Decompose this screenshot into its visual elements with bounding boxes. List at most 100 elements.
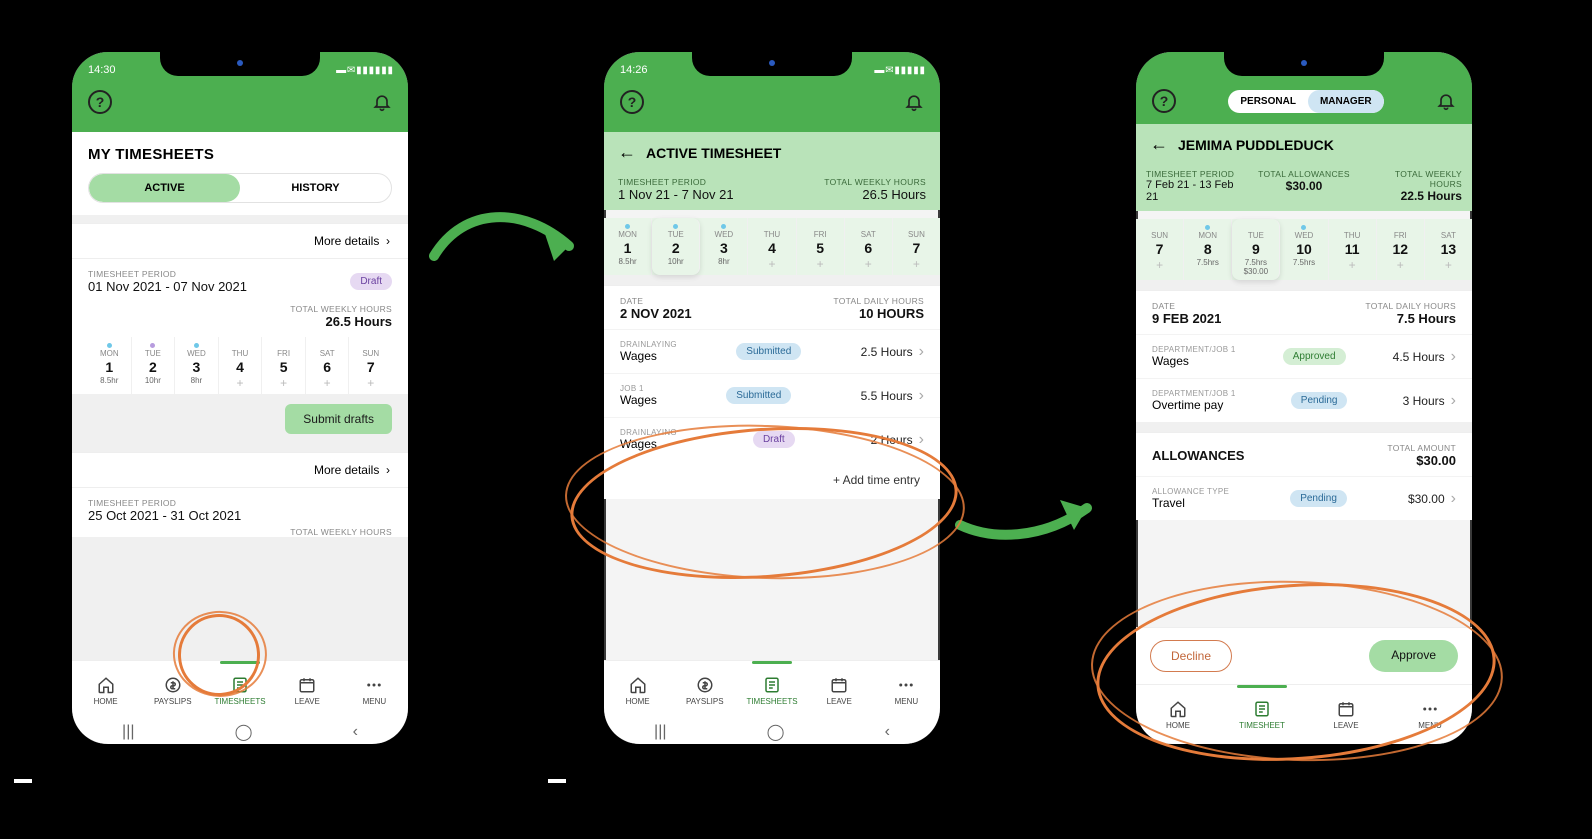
phone-notch bbox=[160, 50, 320, 76]
sys-back-icon[interactable]: ‹ bbox=[353, 723, 358, 741]
tab-leave[interactable]: LEAVE bbox=[1304, 685, 1388, 744]
day-cell[interactable]: THU4+ bbox=[219, 337, 263, 394]
day-cell[interactable]: SUN7+ bbox=[1136, 219, 1184, 280]
tab-payslips[interactable]: PAYSLIPS bbox=[139, 661, 206, 720]
day-cell[interactable]: TUE97.5hrs$30.00 bbox=[1232, 219, 1280, 280]
help-icon[interactable]: ? bbox=[620, 90, 644, 114]
day-cell[interactable]: SAT13+ bbox=[1425, 219, 1472, 280]
day-cell[interactable]: WED38hr bbox=[700, 218, 748, 275]
back-icon[interactable]: ← bbox=[1150, 134, 1168, 155]
allowances-title: ALLOWANCES bbox=[1152, 448, 1244, 463]
period-value: 1 Nov 21 - 7 Nov 21 bbox=[618, 187, 734, 202]
time-entry-row[interactable]: DRAINLAYING Wages Submitted 2.5 Hours › bbox=[604, 329, 940, 373]
add-time-entry-button[interactable]: + Add time entry bbox=[604, 461, 940, 499]
daily-hours-value: 7.5 Hours bbox=[1365, 311, 1456, 326]
tab-menu[interactable]: MENU bbox=[341, 661, 408, 720]
day-cell[interactable]: THU11+ bbox=[1329, 219, 1377, 280]
tab-home[interactable]: HOME bbox=[1136, 685, 1220, 744]
phone-notch bbox=[692, 50, 852, 76]
tab-home[interactable]: HOME bbox=[604, 661, 671, 720]
day-cell[interactable]: SUN7+ bbox=[349, 337, 392, 394]
back-icon[interactable]: ← bbox=[618, 142, 636, 163]
entries-list: DRAINLAYING Wages Submitted 2.5 Hours › … bbox=[604, 329, 940, 461]
toggle-manager[interactable]: MANAGER bbox=[1308, 90, 1384, 113]
tab-leave[interactable]: LEAVE bbox=[806, 661, 873, 720]
weekly-hours-value: 26.5 Hours bbox=[290, 314, 392, 329]
flow-arrow-1 bbox=[424, 196, 584, 296]
status-right-icons: ▬ ✉ ▮ ▮ ▮ ▮ ▮ ▮ bbox=[336, 65, 392, 76]
approve-button[interactable]: Approve bbox=[1369, 640, 1458, 672]
tab-history[interactable]: HISTORY bbox=[240, 174, 391, 202]
daily-hours-label: TOTAL DAILY HOURS bbox=[1365, 301, 1456, 311]
decline-button[interactable]: Decline bbox=[1150, 640, 1232, 672]
tab-active[interactable]: ACTIVE bbox=[89, 174, 240, 202]
period-value-2: 25 Oct 2021 - 31 Oct 2021 bbox=[88, 508, 392, 523]
day-cell[interactable]: TUE210hr bbox=[132, 337, 176, 394]
daily-hours-label: TOTAL DAILY HOURS bbox=[833, 296, 924, 306]
sys-home-icon[interactable]: ◯ bbox=[235, 722, 253, 742]
day-cell[interactable]: THU4+ bbox=[748, 218, 796, 275]
sys-home-icon[interactable]: ◯ bbox=[767, 722, 785, 742]
more-details-link[interactable]: More details › bbox=[72, 223, 408, 258]
sys-recent-icon[interactable]: ||| bbox=[122, 723, 134, 741]
allowance-entry[interactable]: ALLOWANCE TYPE Travel Pending $30.00 › bbox=[1136, 476, 1472, 520]
app-header: ? bbox=[72, 78, 408, 132]
day-cell[interactable]: FRI5+ bbox=[262, 337, 306, 394]
submit-drafts-button[interactable]: Submit drafts bbox=[285, 404, 392, 434]
filter-tabs: ACTIVE HISTORY bbox=[72, 173, 408, 215]
time-entry-row[interactable]: DEPARTMENT/JOB 1 Wages Approved 4.5 Hour… bbox=[1136, 334, 1472, 378]
system-nav: ||| ◯ ‹ bbox=[72, 720, 408, 744]
flow-arrow-2 bbox=[952, 470, 1102, 550]
phone-manager-view: ? PERSONAL MANAGER ← JEMIMA PUDDLEDUCK T… bbox=[1126, 42, 1482, 754]
day-cell[interactable]: MON87.5hrs bbox=[1184, 219, 1232, 280]
date-label: DATE bbox=[1152, 301, 1221, 311]
period-value: 01 Nov 2021 - 07 Nov 2021 bbox=[88, 279, 247, 294]
date-label: DATE bbox=[620, 296, 692, 306]
tab-timesheets[interactable]: TIMESHEETS bbox=[206, 661, 273, 720]
app-header: ? bbox=[604, 78, 940, 132]
tab-leave[interactable]: LEAVE bbox=[274, 661, 341, 720]
day-cell[interactable]: WED38hr bbox=[175, 337, 219, 394]
day-cell[interactable]: FRI5+ bbox=[797, 218, 845, 275]
day-cell[interactable]: SAT6+ bbox=[306, 337, 350, 394]
day-cell[interactable]: FRI12+ bbox=[1377, 219, 1425, 280]
week-strip: MON18.5hrTUE210hrWED38hrTHU4+FRI5+SAT6+S… bbox=[604, 218, 940, 275]
weekly-hours-label: TOTAL WEEKLY HOURS bbox=[824, 177, 926, 187]
time-entry-row[interactable]: DRAINLAYING Wages Draft 2 Hours › bbox=[604, 417, 940, 461]
sys-back-icon[interactable]: ‹ bbox=[885, 723, 890, 741]
allowances-amount: $30.00 bbox=[1387, 453, 1456, 468]
daily-hours-value: 10 HOURS bbox=[833, 306, 924, 321]
help-icon[interactable]: ? bbox=[1152, 89, 1176, 113]
day-cell[interactable]: WED107.5hrs bbox=[1280, 219, 1328, 280]
day-cell[interactable]: MON18.5hr bbox=[88, 337, 132, 394]
status-right-icons: ▬ ✉ ▮ ▮ ▮ ▮ ▮ bbox=[874, 65, 924, 76]
time-entry-row[interactable]: JOB 1 Wages Submitted 5.5 Hours › bbox=[604, 373, 940, 417]
date-value: 9 FEB 2021 bbox=[1152, 311, 1221, 326]
tab-home[interactable]: HOME bbox=[72, 661, 139, 720]
toggle-personal[interactable]: PERSONAL bbox=[1228, 90, 1308, 113]
tab-menu[interactable]: MENU bbox=[873, 661, 940, 720]
notifications-icon[interactable] bbox=[904, 91, 924, 113]
day-cell[interactable]: SAT6+ bbox=[845, 218, 893, 275]
screen-body: MY TIMESHEETS ACTIVE HISTORY More detail… bbox=[72, 132, 408, 660]
more-details-link-2[interactable]: More details › bbox=[72, 452, 408, 487]
period-label: TIMESHEET PERIOD bbox=[88, 269, 247, 279]
tab-menu[interactable]: MENU bbox=[1388, 685, 1472, 744]
tab-payslips[interactable]: PAYSLIPS bbox=[671, 661, 738, 720]
sub-header: ← JEMIMA PUDDLEDUCK bbox=[1136, 124, 1472, 163]
time-entry-row[interactable]: DEPARTMENT/JOB 1 Overtime pay Pending 3 … bbox=[1136, 378, 1472, 422]
view-toggle: PERSONAL MANAGER bbox=[1228, 90, 1383, 113]
notifications-icon[interactable] bbox=[1436, 90, 1456, 112]
tab-timesheets[interactable]: TIMESHEETS bbox=[738, 661, 805, 720]
decoration-tick bbox=[548, 779, 566, 783]
notifications-icon[interactable] bbox=[372, 91, 392, 113]
sub-header: ← ACTIVE TIMESHEET TIMESHEET PERIOD 1 No… bbox=[604, 132, 940, 210]
app-header: ? PERSONAL MANAGER bbox=[1136, 78, 1472, 124]
day-cell[interactable]: SUN7+ bbox=[893, 218, 940, 275]
day-cell[interactable]: TUE210hr bbox=[652, 218, 700, 275]
tab-timesheet[interactable]: TIMESHEET bbox=[1220, 685, 1304, 744]
sys-recent-icon[interactable]: ||| bbox=[654, 723, 666, 741]
system-nav: ||| ◯ ‹ bbox=[604, 720, 940, 744]
help-icon[interactable]: ? bbox=[88, 90, 112, 114]
day-cell[interactable]: MON18.5hr bbox=[604, 218, 652, 275]
